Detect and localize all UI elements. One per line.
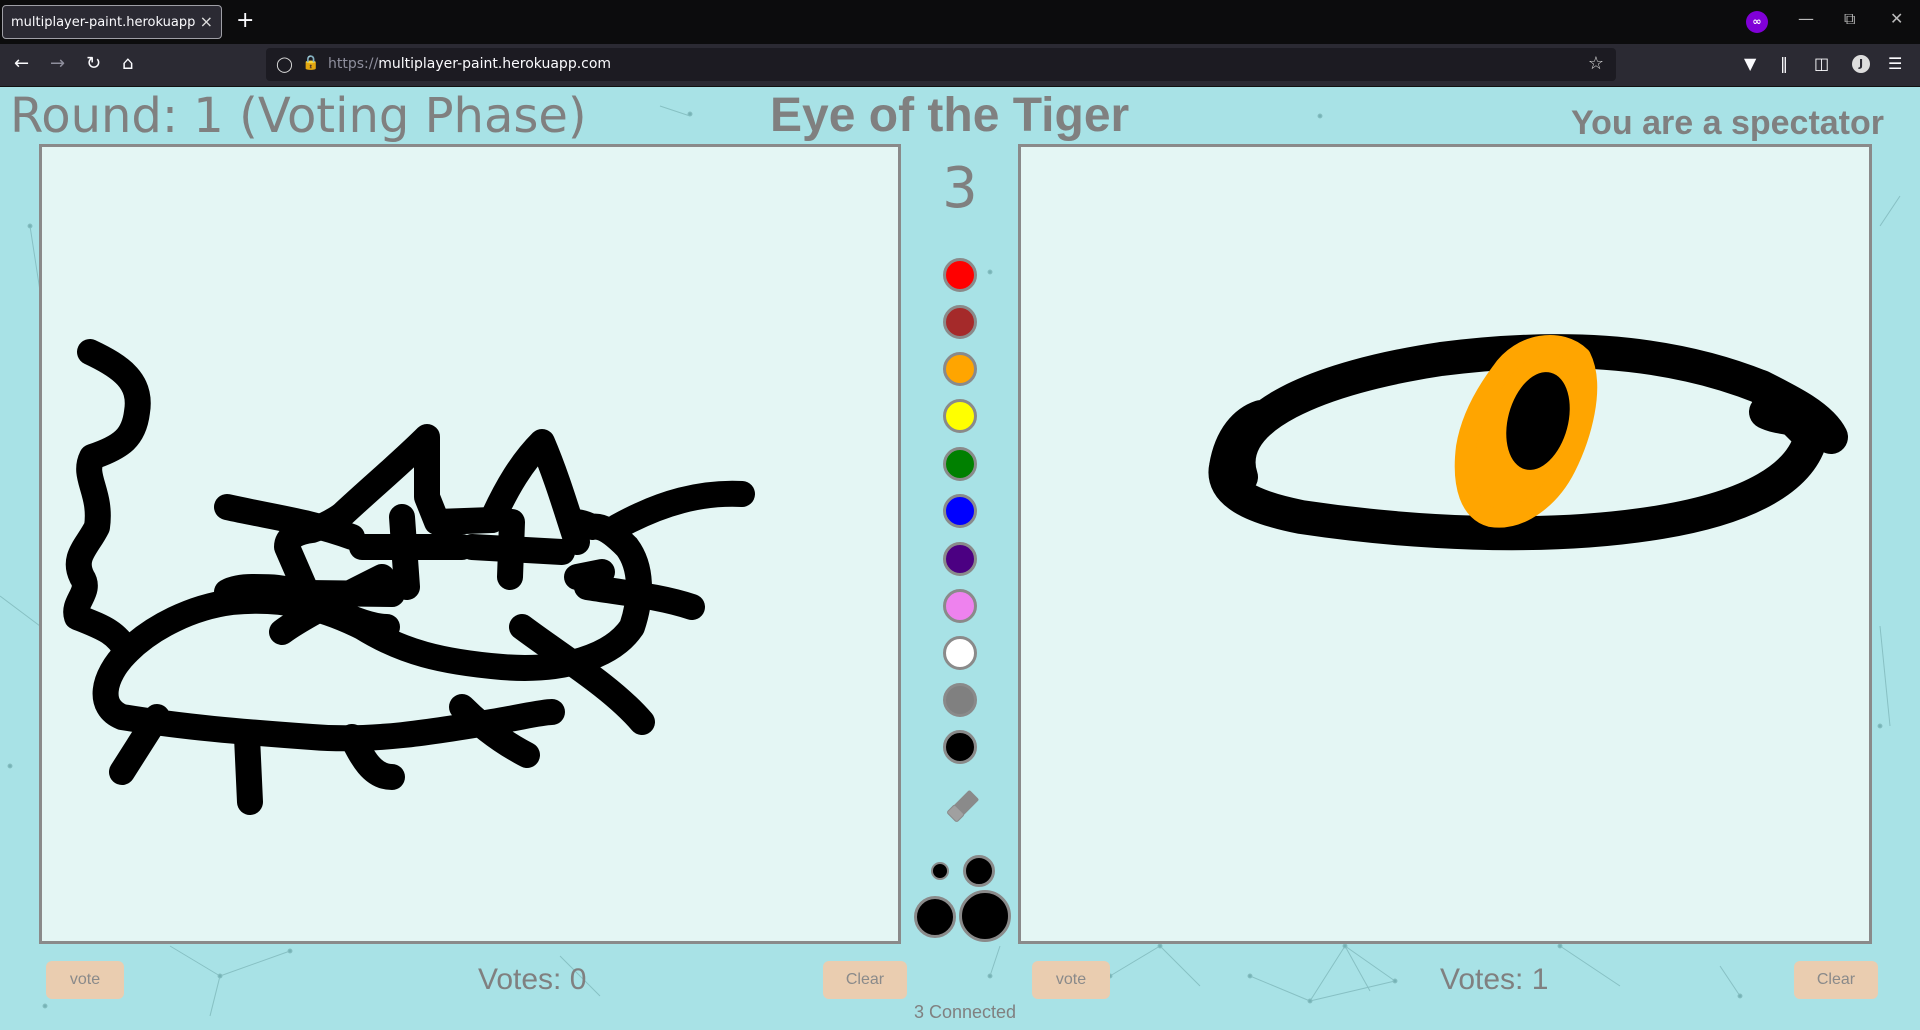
tab-strip: multiplayer-paint.herokuapp.com/ × + ∞ —… — [0, 0, 1920, 44]
back-icon[interactable]: ← — [14, 53, 29, 74]
eye-drawing — [1208, 334, 1848, 551]
pocket-icon[interactable]: ▼ — [1744, 54, 1756, 73]
url-text[interactable]: https://multiplayer-paint.herokuapp.com — [328, 56, 611, 72]
brush-size-small[interactable] — [931, 862, 949, 880]
restore-window-icon[interactable]: ⧉ — [1844, 9, 1855, 29]
color-swatch-blue[interactable] — [943, 494, 977, 528]
role-status: You are a spectator — [1570, 104, 1884, 142]
drawing-prompt: Eye of the Tiger — [770, 89, 1130, 142]
menu-icon[interactable]: ☰ — [1888, 54, 1902, 73]
browser-tab[interactable]: multiplayer-paint.herokuapp.com/ × — [2, 5, 222, 39]
sidebar-icon[interactable]: ◫ — [1814, 54, 1829, 73]
color-swatch-brown[interactable] — [943, 305, 977, 339]
clear-left-button[interactable]: Clear — [823, 961, 907, 999]
color-swatch-white[interactable] — [943, 636, 977, 670]
tab-close-icon[interactable]: × — [200, 12, 213, 31]
game-page: Round: 1 (Voting Phase) Eye of the Tiger… — [0, 86, 1920, 1030]
color-swatch-orange[interactable] — [943, 352, 977, 386]
forward-icon[interactable]: → — [50, 53, 65, 74]
tab-title: multiplayer-paint.herokuapp.com/ — [11, 15, 196, 30]
left-drawing-canvas[interactable] — [39, 144, 901, 944]
vote-right-button[interactable]: vote — [1032, 961, 1110, 999]
eraser-icon[interactable] — [943, 786, 983, 830]
brush-size-large[interactable] — [914, 896, 956, 938]
color-swatch-green[interactable] — [943, 447, 977, 481]
tracking-shield-icon[interactable]: ◯ — [276, 55, 293, 73]
bookmark-star-icon[interactable]: ☆ — [1588, 53, 1604, 74]
address-bar[interactable]: ◯ 🔒 https://multiplayer-paint.herokuapp.… — [266, 48, 1616, 81]
color-swatch-indigo[interactable] — [943, 542, 977, 576]
minimize-window-icon[interactable]: — — [1798, 9, 1814, 28]
left-votes-count: Votes: 0 — [478, 963, 587, 996]
color-swatch-yellow[interactable] — [943, 399, 977, 433]
round-status: Round: 1 (Voting Phase) — [10, 88, 587, 144]
close-window-icon[interactable]: ✕ — [1890, 9, 1903, 28]
home-icon[interactable]: ⌂ — [122, 53, 133, 74]
brush-size-medium[interactable] — [963, 855, 995, 887]
color-swatch-red[interactable] — [943, 258, 977, 292]
new-tab-button[interactable]: + — [236, 8, 254, 33]
lock-icon[interactable]: 🔒 — [302, 55, 319, 71]
clear-right-button[interactable]: Clear — [1794, 961, 1878, 999]
vote-left-button[interactable]: vote — [46, 961, 124, 999]
navigation-toolbar: ← → ↻ ⌂ ◯ 🔒 https://multiplayer-paint.he… — [0, 44, 1920, 87]
color-swatch-gray[interactable] — [943, 683, 977, 717]
right-votes-count: Votes: 1 — [1440, 963, 1549, 996]
connected-players-count: 3 Connected — [913, 1002, 1017, 1022]
color-swatch-black[interactable] — [943, 730, 977, 764]
library-icon[interactable]: ‖ — [1780, 54, 1788, 73]
countdown-timer: 3 — [942, 156, 978, 221]
private-browsing-icon: ∞ — [1746, 11, 1768, 33]
cat-drawing — [63, 339, 755, 815]
account-avatar[interactable]: J — [1852, 55, 1870, 73]
color-swatch-violet[interactable] — [943, 589, 977, 623]
brush-size-x-large[interactable] — [959, 890, 1011, 942]
reload-icon[interactable]: ↻ — [86, 53, 101, 74]
right-drawing-canvas[interactable] — [1018, 144, 1872, 944]
